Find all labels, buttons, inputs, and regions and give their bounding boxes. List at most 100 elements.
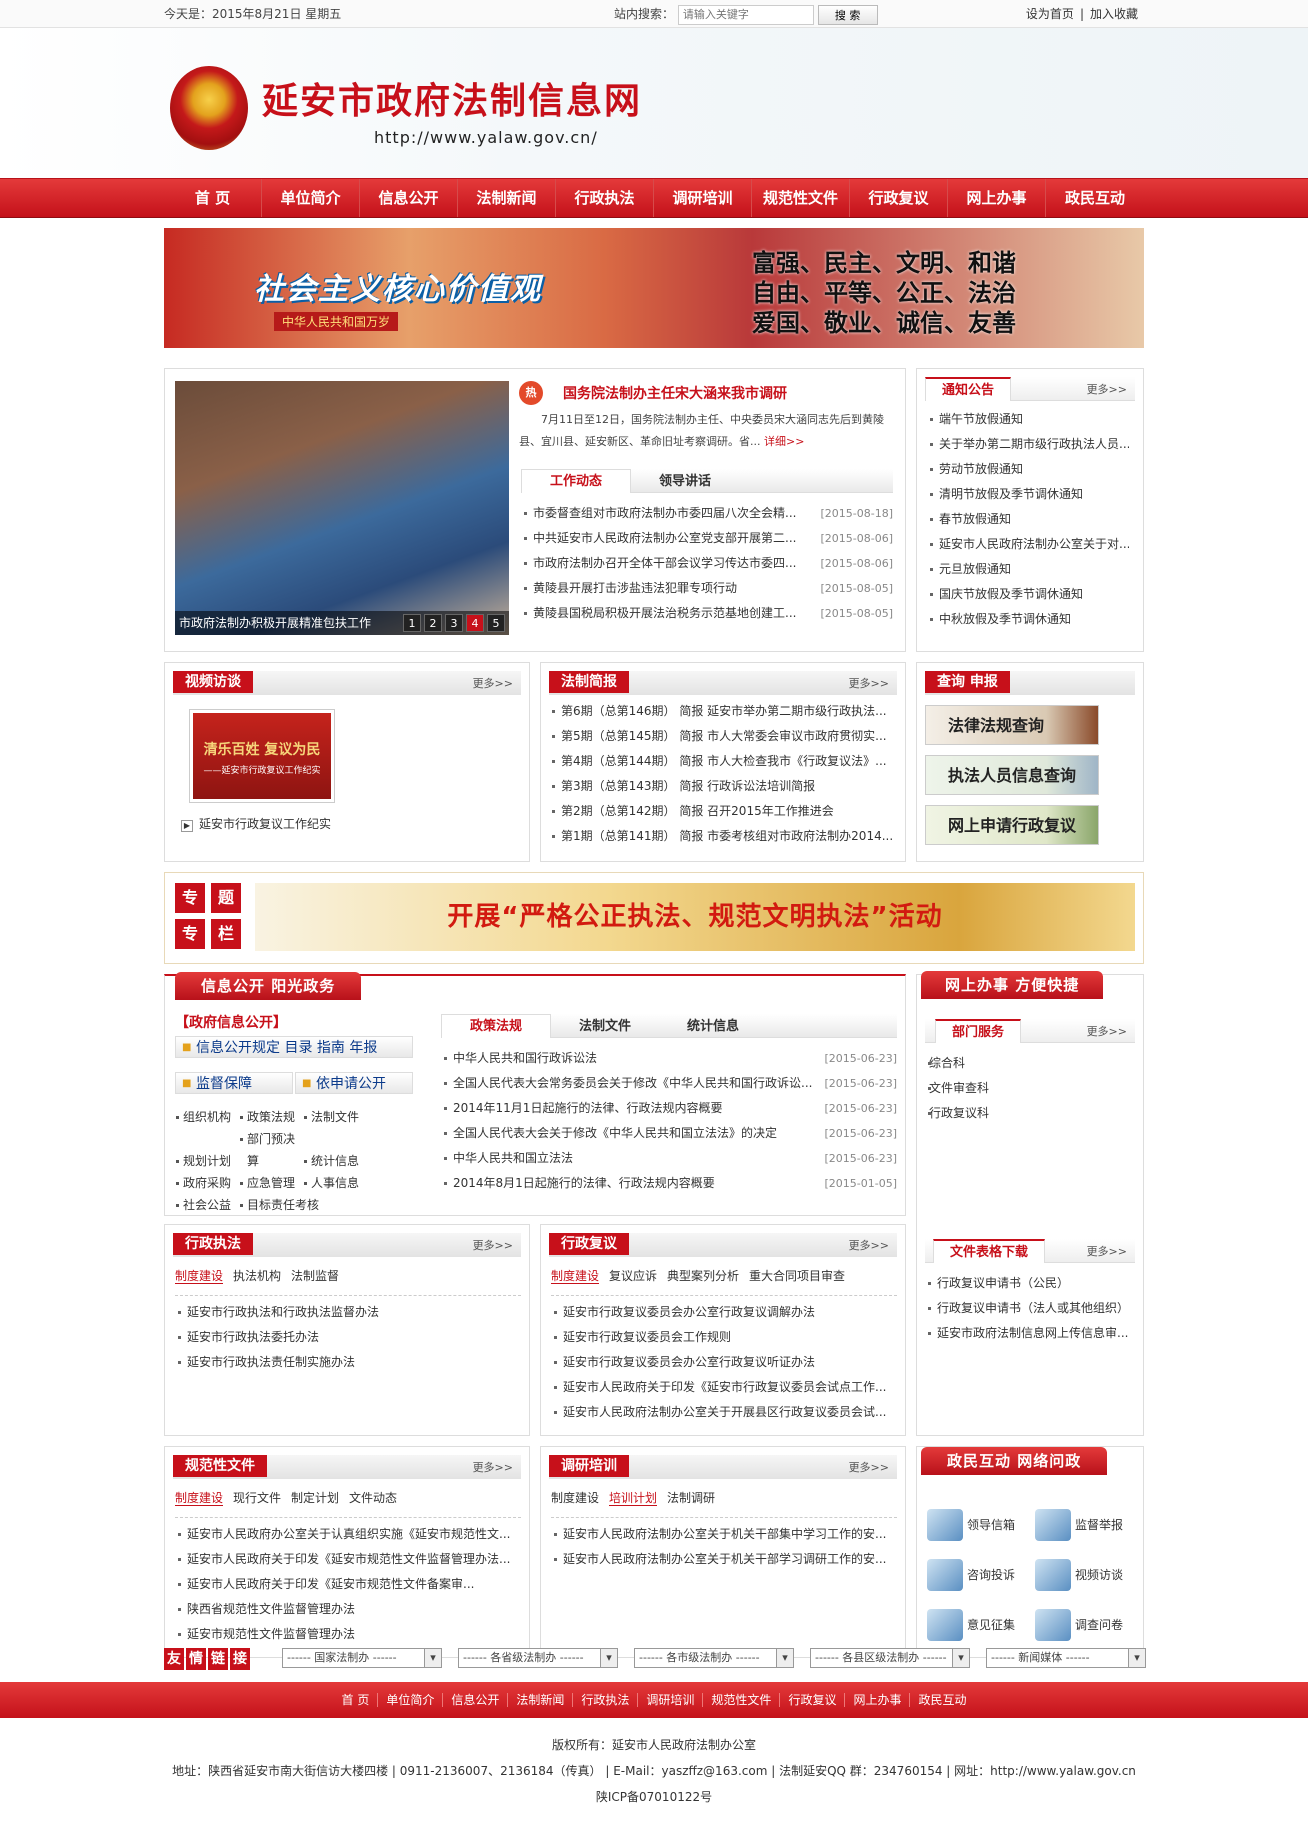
list-item[interactable]: 春节放假通知 <box>927 507 1129 532</box>
list-item[interactable]: 市政府法制办召开全体干部会议学习传达市委四... [2015-08-06] <box>521 551 893 576</box>
list-item[interactable]: 行政复议科 <box>925 1101 1135 1126</box>
list-item[interactable]: 国庆节放假及季节调休通知 <box>927 582 1129 607</box>
category-link[interactable]: 法制文件 <box>303 1106 367 1128</box>
norm-more[interactable]: 更多>> <box>473 1459 513 1475</box>
law-query-button[interactable]: 法律法规查询 <box>925 705 1099 745</box>
core-values-banner[interactable]: 社会主义核心价值观 中华人民共和国万岁 富强、民主、文明、和谐 自由、平等、公正、… <box>164 228 1144 348</box>
supervision-button[interactable]: 监督保障 <box>175 1072 293 1095</box>
set-homepage-link[interactable]: 设为首页 <box>1020 7 1080 21</box>
list-item[interactable]: 延安市人民政府办公室关于认真组织实施《延安市规范性文... <box>175 1522 521 1547</box>
list-item[interactable]: 全国人民代表大会常务委员会关于修改《中华人民共和国行政诉讼... [2015-06… <box>441 1071 897 1096</box>
tab-work-news[interactable]: 工作动态 <box>521 469 632 493</box>
review-more[interactable]: 更多>> <box>849 1237 889 1253</box>
list-item[interactable]: 延安市人民政府法制办公室关于开展县区行政复议委员会试... <box>551 1400 897 1425</box>
list-item[interactable]: 黄陵县国税局积极开展法治税务示范基地创建工... [2015-08-05] <box>521 601 893 626</box>
list-item[interactable]: 2014年11月1日起施行的法律、行政法规内容概要 [2015-06-23] <box>441 1096 897 1121</box>
nav-online[interactable]: 网上办事 <box>948 179 1046 217</box>
list-item[interactable]: 行政复议申请书（法人或其他组织） <box>925 1296 1135 1321</box>
list-item[interactable]: 全国人民代表大会关于修改《中华人民共和国立法法》的决定 [2015-06-23] <box>441 1121 897 1146</box>
tab-legal-docs[interactable]: 法制文件 <box>551 1015 659 1039</box>
list-item[interactable]: 第5期（总第145期） 简报 市人大常委会审议市政府贯彻实... <box>549 724 897 749</box>
nav-info-open[interactable]: 信息公开 <box>360 179 458 217</box>
slide-page-1[interactable]: 1 <box>403 614 421 632</box>
nav-interaction[interactable]: 政民互动 <box>1046 179 1144 217</box>
notice-title[interactable]: 通知公告 <box>925 377 1012 401</box>
nav-review[interactable]: 行政复议 <box>850 179 948 217</box>
list-item[interactable]: 延安市人民政府关于印发《延安市行政复议委员会试点工作... <box>551 1375 897 1400</box>
list-item[interactable]: 延安市人民政府关于印发《延安市规范性文件备案审... <box>175 1572 521 1597</box>
dept-service-title[interactable]: 部门服务 <box>935 1019 1022 1043</box>
brief-title[interactable]: 法制简报 <box>549 671 629 693</box>
video-interview[interactable]: 视频访谈 <box>1035 1559 1123 1591</box>
consult-complain[interactable]: 咨询投诉 <box>927 1559 1015 1591</box>
list-item[interactable]: 延安市人民政府法制办公室关于机关干部学习调研工作的安... <box>551 1547 897 1572</box>
category-link[interactable]: 组织机构 <box>175 1106 239 1128</box>
training-more[interactable]: 更多>> <box>849 1459 889 1475</box>
list-item[interactable]: 综合科 <box>925 1051 1135 1076</box>
list-item[interactable]: 延安市人民政府法制办公室关于对... <box>927 532 1129 557</box>
review-title[interactable]: 行政复议 <box>549 1233 629 1255</box>
category-link[interactable]: 规划计划 <box>175 1150 239 1172</box>
category-link[interactable]: 部门预决算 <box>239 1128 303 1168</box>
list-item[interactable]: 2014年8月1日起施行的法律、行政法规内容概要 [2015-01-05] <box>441 1171 897 1196</box>
list-item[interactable]: 延安市行政执法和行政执法监督办法 <box>175 1300 521 1325</box>
enforcement-more[interactable]: 更多>> <box>473 1237 513 1253</box>
opinion-collection[interactable]: 意见征集 <box>927 1609 1015 1641</box>
search-input[interactable] <box>677 4 814 25</box>
list-item[interactable]: 元旦放假通知 <box>927 557 1129 582</box>
list-item[interactable]: 市委督查组对市政府法制办市委四届八次全会精... [2015-08-18] <box>521 501 893 526</box>
link-select-city[interactable]: ------ 各市级法制办 ------ <box>634 1648 794 1668</box>
list-item[interactable]: 延安市行政复议委员会办公室行政复议听证办法 <box>551 1350 897 1375</box>
headline[interactable]: 国务院法制办主任宋大涵来我市调研 <box>563 383 787 403</box>
notice-more[interactable]: 更多>> <box>1087 381 1127 397</box>
slide-page-4[interactable]: 4 <box>466 614 484 632</box>
list-item[interactable]: 文件审查科 <box>925 1076 1135 1101</box>
category-link[interactable]: 政府采购 <box>175 1172 239 1194</box>
category-link[interactable]: 人事信息 <box>303 1172 367 1194</box>
list-item[interactable]: 端午节放假通知 <box>927 407 1129 432</box>
category-link[interactable]: 目标责任考核 <box>239 1194 367 1216</box>
tab-policy[interactable]: 政策法规 <box>441 1014 552 1038</box>
link-select-province[interactable]: ------ 各省级法制办 ------ <box>458 1648 618 1668</box>
list-item[interactable]: 延安市行政执法责任制实施办法 <box>175 1350 521 1375</box>
list-item[interactable]: 行政复议申请书（公民） <box>925 1271 1135 1296</box>
link-select-county[interactable]: ------ 各县区级法制办 ------ <box>810 1648 970 1668</box>
list-item[interactable]: 第2期（总第142期） 简报 召开2015年工作推进会 <box>549 799 897 824</box>
list-item[interactable]: 延安市政府法制信息网上传信息审... <box>925 1321 1135 1346</box>
list-item[interactable]: 中共延安市人民政府法制办公室党支部开展第二... [2015-08-06] <box>521 526 893 551</box>
list-item[interactable]: 关于举办第二期市级行政执法人员... <box>927 432 1129 457</box>
link-select-media[interactable]: ------ 新闻媒体 ------ <box>986 1648 1146 1668</box>
list-item[interactable]: 中华人民共和国立法法 [2015-06-23] <box>441 1146 897 1171</box>
apply-open-button[interactable]: 依申请公开 <box>295 1072 413 1095</box>
nav-home[interactable]: 首 页 <box>164 179 262 217</box>
list-item[interactable]: 延安市人民政府关于印发《延安市规范性文件监督管理办法... <box>175 1547 521 1572</box>
supervise-report[interactable]: 监督举报 <box>1035 1509 1123 1541</box>
list-item[interactable]: 延安市规范性文件监督管理办法 <box>175 1622 521 1647</box>
gov-info-heading[interactable]: 【政府信息公开】 <box>175 1012 287 1032</box>
list-item[interactable]: 延安市行政执法委托办法 <box>175 1325 521 1350</box>
category-link[interactable]: 统计信息 <box>303 1150 367 1172</box>
tab-leader-speech[interactable]: 领导讲话 <box>631 470 739 494</box>
nav-training[interactable]: 调研培训 <box>654 179 752 217</box>
icp-number[interactable]: 陕ICP备07010122号 <box>0 1788 1308 1805</box>
list-item[interactable]: 第3期（总第143期） 简报 行政诉讼法培训简报 <box>549 774 897 799</box>
list-item[interactable]: 第1期（总第141期） 简报 市委考核组对市政府法制办2014... <box>549 824 897 849</box>
site-title[interactable]: 延安市政府法制信息网 <box>262 72 642 124</box>
nav-news[interactable]: 法制新闻 <box>458 179 556 217</box>
list-item[interactable]: 劳动节放假通知 <box>927 457 1129 482</box>
list-item[interactable]: 第6期（总第146期） 简报 延安市举办第二期市级行政执法... <box>549 699 897 724</box>
survey[interactable]: 调查问卷 <box>1035 1609 1123 1641</box>
list-item[interactable]: 黄陵县开展打击涉盐违法犯罪专项行动 [2015-08-05] <box>521 576 893 601</box>
slide-page-3[interactable]: 3 <box>445 614 463 632</box>
norm-title[interactable]: 规范性文件 <box>173 1455 267 1477</box>
add-favorite-link[interactable]: 加入收藏 <box>1084 7 1144 21</box>
detail-link[interactable]: 详细>> <box>764 435 804 448</box>
video-caption[interactable]: ▶ 延安市行政复议工作纪实 <box>181 815 331 832</box>
category-link[interactable]: 社会公益 <box>175 1194 239 1216</box>
nav-enforcement[interactable]: 行政执法 <box>556 179 654 217</box>
tab-statistics[interactable]: 统计信息 <box>659 1015 767 1039</box>
brief-more[interactable]: 更多>> <box>849 675 889 691</box>
photo-slideshow[interactable]: 市政府法制办积极开展精准包扶工作 1 2 3 4 5 <box>175 381 509 635</box>
category-link[interactable]: 应急管理 <box>239 1172 303 1194</box>
info-rule-button[interactable]: 信息公开规定 目录 指南 年报 <box>175 1036 413 1059</box>
